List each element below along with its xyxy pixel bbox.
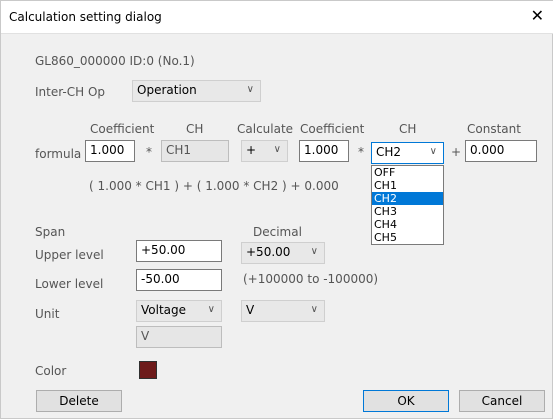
chevron-down-icon: ∨ bbox=[429, 146, 437, 157]
inter-ch-select[interactable]: Operation ∨ bbox=[132, 80, 261, 102]
lower-level-input[interactable]: -50.00 bbox=[136, 269, 222, 291]
header-ch-1: CH bbox=[186, 122, 204, 136]
unit-value: V bbox=[246, 303, 255, 317]
ch-option-ch5[interactable]: CH5 bbox=[372, 231, 443, 244]
header-coefficient-2: Coefficient bbox=[300, 122, 365, 136]
header-calculate: Calculate bbox=[237, 122, 294, 136]
color-label: Color bbox=[35, 364, 67, 378]
decimal-value: +50.00 bbox=[246, 245, 291, 259]
ch-dropdown-list: OFF CH1 CH2 CH3 CH4 CH5 bbox=[371, 165, 444, 245]
unit-select[interactable]: V ∨ bbox=[241, 300, 325, 322]
ch-2-value: CH2 bbox=[376, 145, 402, 159]
ch-option-off[interactable]: OFF bbox=[372, 166, 443, 179]
ch-option-ch1[interactable]: CH1 bbox=[372, 179, 443, 192]
multiply-sign-2: * bbox=[358, 145, 364, 159]
close-icon[interactable]: ✕ bbox=[531, 7, 544, 25]
dialog-title: Calculation setting dialog bbox=[9, 10, 162, 24]
upper-level-label: Upper level bbox=[35, 248, 104, 262]
upper-level-input[interactable]: +50.00 bbox=[136, 240, 222, 262]
chevron-down-icon: ∨ bbox=[310, 246, 318, 257]
header-constant: Constant bbox=[467, 122, 521, 136]
ok-button[interactable]: OK bbox=[363, 390, 449, 412]
coefficient-1-input[interactable]: 1.000 bbox=[85, 140, 135, 162]
delete-button[interactable]: Delete bbox=[36, 390, 122, 412]
plus-sign: + bbox=[451, 145, 462, 159]
formula-label: formula bbox=[35, 147, 82, 161]
ch-1-field: CH1 bbox=[161, 140, 229, 162]
coefficient-2-input[interactable]: 1.000 bbox=[299, 140, 349, 162]
chevron-down-icon: ∨ bbox=[207, 304, 215, 315]
unit-type-value: Voltage bbox=[141, 303, 187, 317]
lower-level-label: Lower level bbox=[35, 277, 104, 291]
ch-option-ch4[interactable]: CH4 bbox=[372, 218, 443, 231]
custom-unit-field: V bbox=[136, 326, 222, 348]
device-info: GL860_000000 ID:0 (No.1) bbox=[35, 54, 195, 68]
formula-expression: ( 1.000 * CH1 ) + ( 1.000 * CH2 ) + 0.00… bbox=[89, 179, 339, 193]
header-ch-2: CH bbox=[399, 122, 417, 136]
ch-option-ch2[interactable]: CH2 bbox=[372, 192, 443, 205]
calculate-select[interactable]: + ∨ bbox=[241, 140, 288, 162]
ch-option-ch3[interactable]: CH3 bbox=[372, 205, 443, 218]
decimal-select[interactable]: +50.00 ∨ bbox=[241, 242, 325, 264]
inter-ch-value: Operation bbox=[137, 83, 197, 97]
color-swatch[interactable] bbox=[139, 361, 157, 379]
ch-2-select[interactable]: CH2 ∨ bbox=[371, 142, 444, 164]
cancel-button[interactable]: Cancel bbox=[459, 390, 545, 412]
constant-input[interactable]: 0.000 bbox=[465, 140, 537, 162]
span-label: Span bbox=[35, 225, 66, 239]
unit-label: Unit bbox=[35, 307, 60, 321]
calculation-setting-dialog: Calculation setting dialog ✕ GL860_00000… bbox=[0, 0, 553, 419]
multiply-sign-1: * bbox=[146, 145, 152, 159]
header-coefficient-1: Coefficient bbox=[90, 122, 155, 136]
inter-ch-label: Inter-CH Op bbox=[35, 85, 106, 99]
unit-type-select[interactable]: Voltage ∨ bbox=[136, 300, 222, 322]
range-hint: (+100000 to -100000) bbox=[243, 272, 379, 286]
decimal-label: Decimal bbox=[253, 225, 302, 239]
chevron-down-icon: ∨ bbox=[273, 144, 281, 155]
chevron-down-icon: ∨ bbox=[310, 304, 318, 315]
calculate-value: + bbox=[246, 143, 257, 157]
title-bar: Calculation setting dialog ✕ bbox=[1, 1, 553, 34]
chevron-down-icon: ∨ bbox=[246, 84, 254, 95]
